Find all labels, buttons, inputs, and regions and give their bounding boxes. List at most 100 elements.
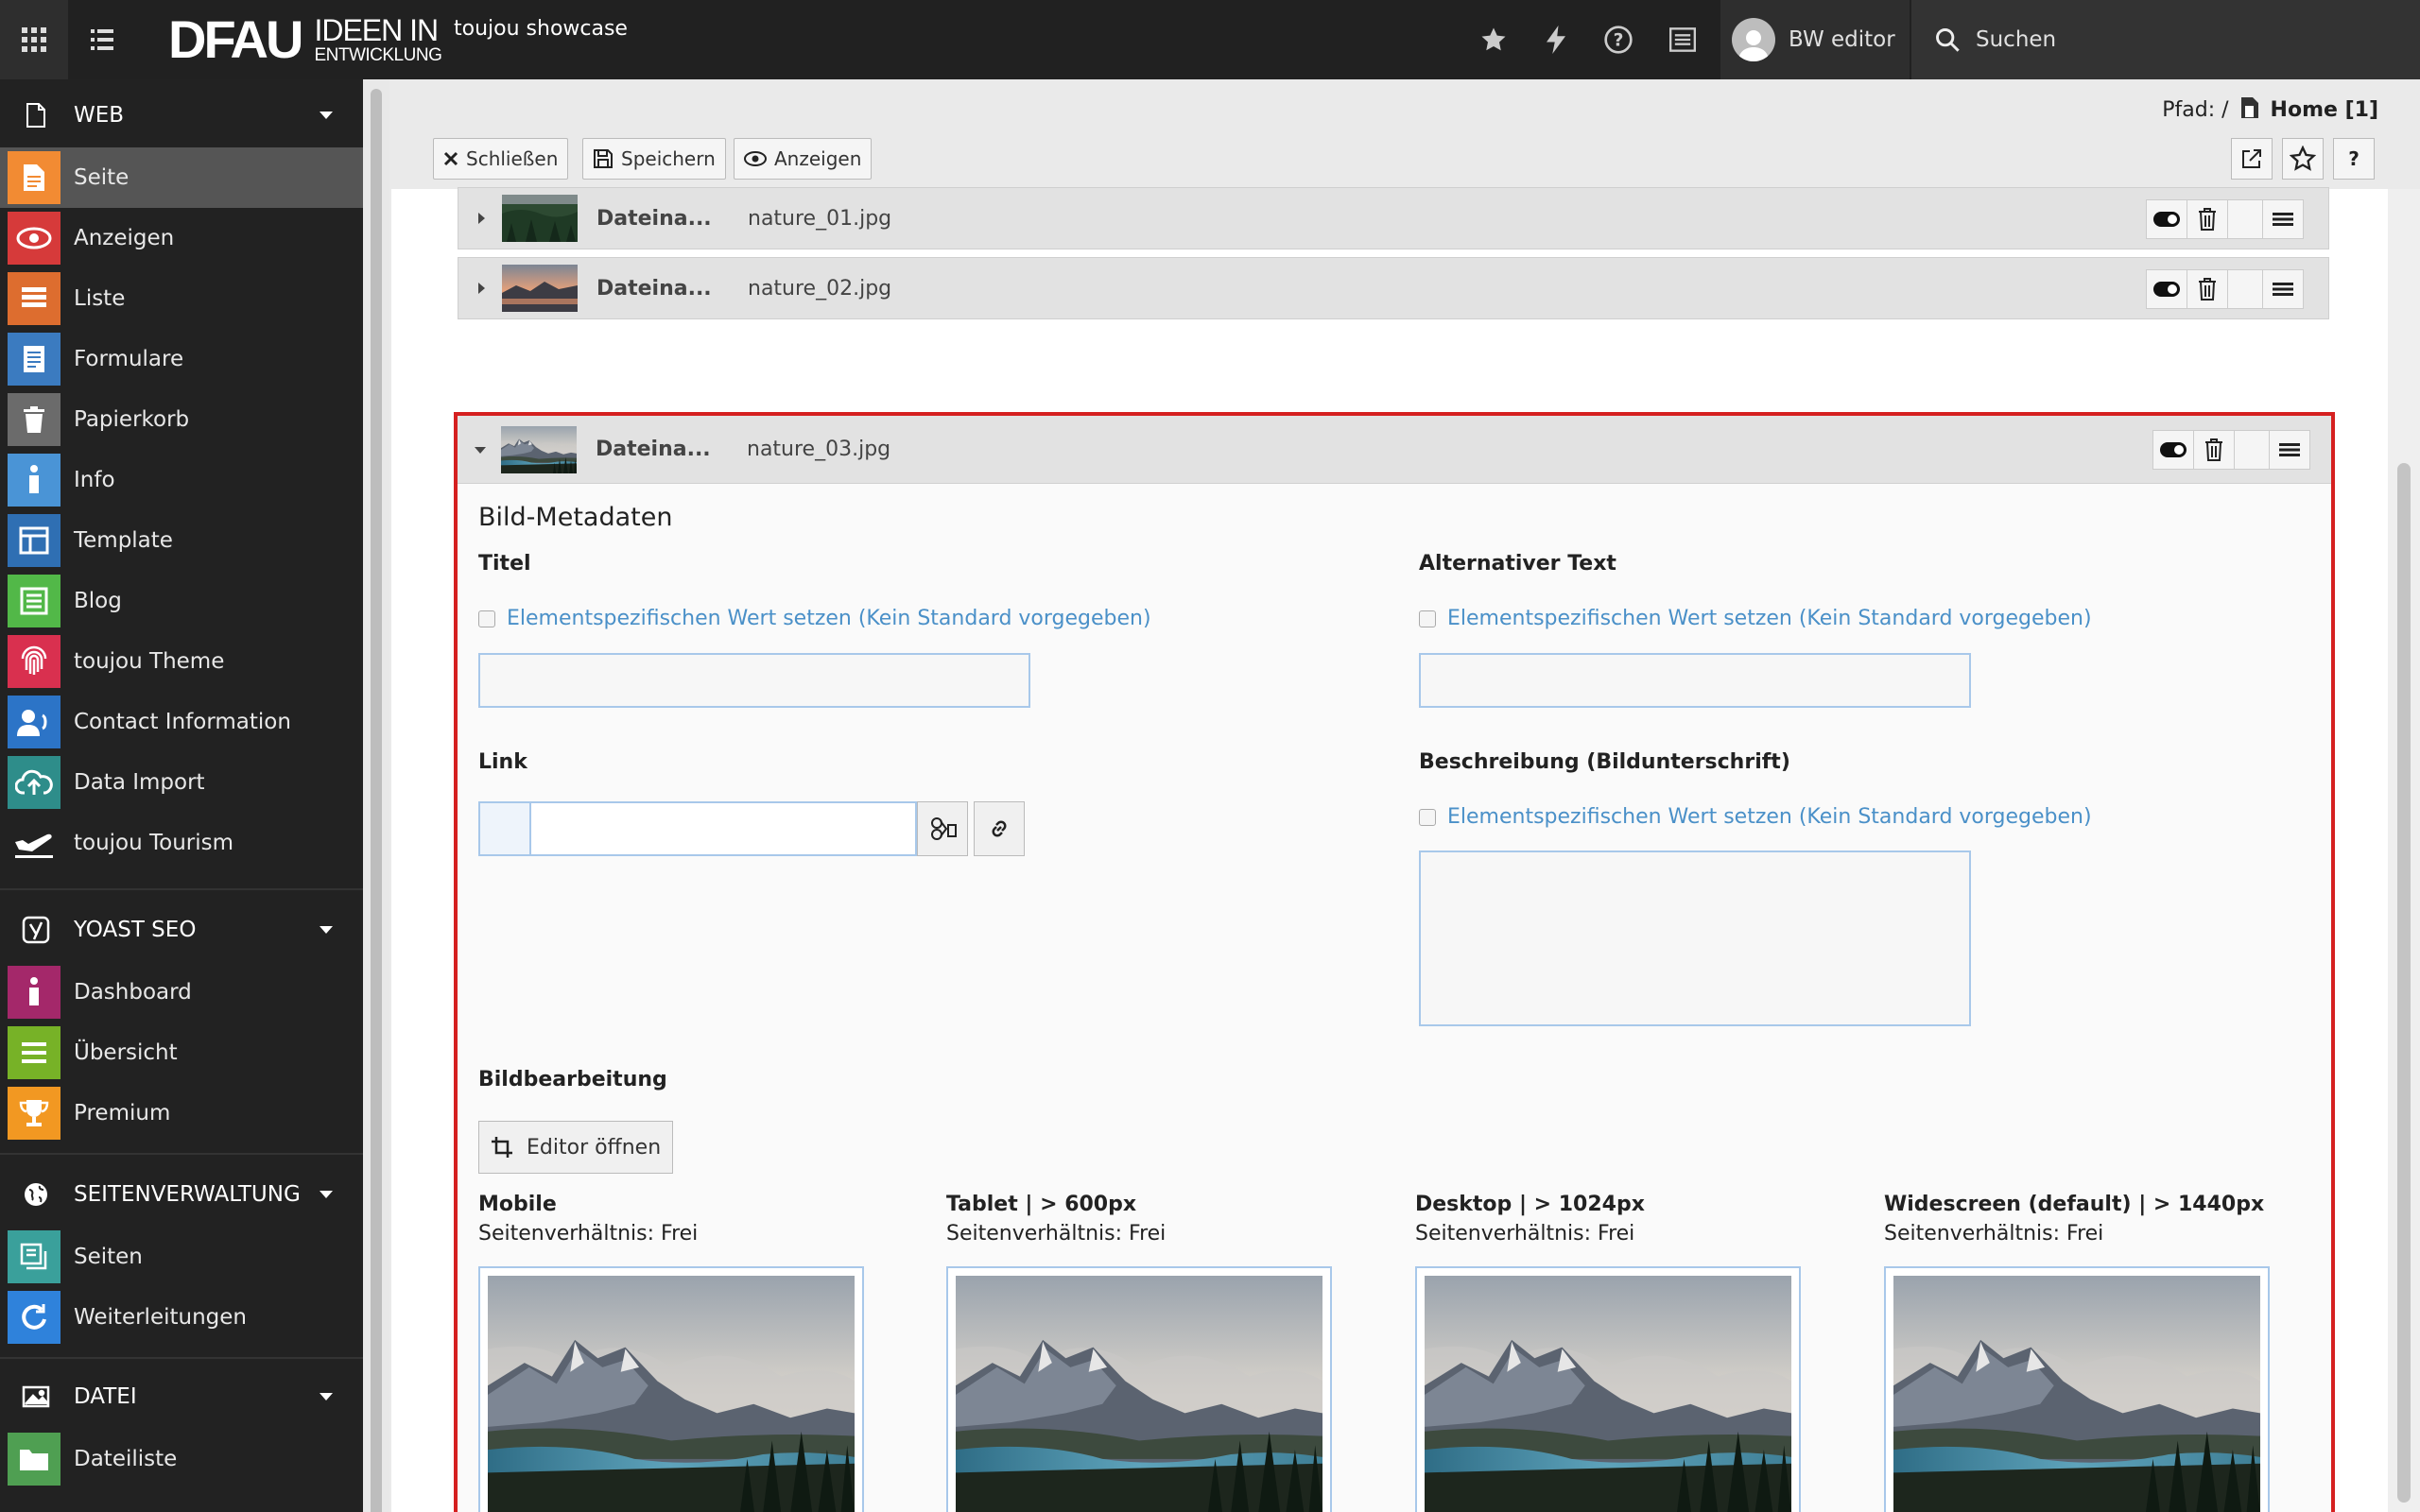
drag-handle[interactable] — [2262, 269, 2304, 309]
module-weiterleitungen[interactable]: Weiterleitungen — [0, 1287, 363, 1348]
module-blog[interactable]: Blog — [0, 571, 363, 631]
module-info[interactable]: Info — [0, 450, 363, 510]
crop-preview-tablet[interactable] — [946, 1266, 1332, 1512]
module-label: Papierkorb — [74, 407, 190, 432]
module-premium[interactable]: Premium — [0, 1083, 363, 1143]
breadcrumb: Pfad: / Home [1] — [2162, 96, 2378, 122]
delete-button[interactable] — [2187, 269, 2228, 309]
checkbox[interactable] — [1419, 808, 1436, 826]
module-dateiliste[interactable]: Dateiliste — [0, 1429, 363, 1489]
module-dashboard[interactable]: Dashboard — [0, 962, 363, 1022]
checkbox[interactable] — [1419, 610, 1436, 627]
eye-icon — [744, 151, 767, 166]
fingerprint-icon — [8, 635, 60, 688]
module-liste[interactable]: Liste — [0, 268, 363, 329]
file-reference-row[interactable]: Dateina... nature_02.jpg — [458, 257, 2329, 319]
path-home-link[interactable]: Home [1] — [2271, 98, 2378, 122]
help-icon[interactable]: ? — [1599, 21, 1637, 59]
module-seiten[interactable]: Seiten — [0, 1227, 363, 1287]
chevron-right-icon[interactable] — [468, 282, 494, 295]
title-override-checkbox[interactable]: Elementspezifischen Wert setzen (Kein St… — [478, 607, 1151, 630]
link-prefix — [478, 801, 529, 856]
open-in-new-window-button[interactable] — [2231, 138, 2273, 180]
content-area: Pfad: / Home [1] Schließen Speichern Anz… — [389, 79, 2420, 1512]
file-thumbnail — [501, 426, 577, 473]
form-area: Dateina... nature_01.jpg Dateina... natu… — [391, 187, 2388, 1512]
group-label: WEB — [74, 103, 125, 128]
checkbox[interactable] — [478, 610, 495, 627]
file-reference-row[interactable]: Dateina... nature_03.jpg — [458, 416, 2331, 484]
system-info-icon[interactable] — [1664, 21, 1702, 59]
delete-button[interactable] — [2193, 430, 2235, 470]
group-datei[interactable]: DATEI — [0, 1366, 363, 1427]
group-yoast-seo[interactable]: YOAST SEO — [0, 900, 363, 960]
document-icon — [17, 103, 55, 128]
override-text[interactable]: Elementspezifischen Wert setzen (Kein St… — [1447, 805, 2092, 829]
group-label: DATEI — [74, 1384, 137, 1409]
flash-icon[interactable] — [1537, 21, 1575, 59]
view-label: Anzeigen — [774, 147, 862, 170]
page-scrollbar[interactable] — [2388, 189, 2420, 1512]
sidebar-scrollbar[interactable] — [363, 79, 389, 1512]
bookmark-star-icon[interactable] — [1475, 21, 1512, 59]
module-seite[interactable]: Seite — [0, 147, 363, 208]
link-open-button[interactable] — [974, 801, 1025, 856]
group-seitenverwaltung[interactable]: SEITENVERWALTUNG — [0, 1164, 363, 1225]
logo[interactable]: DFAU IDEEN IN ENTWICKLUNG — [168, 13, 442, 66]
drag-handle[interactable] — [2269, 430, 2310, 470]
toggle-visibility-button[interactable] — [2146, 269, 2187, 309]
drag-handle[interactable] — [2262, 199, 2304, 239]
description-textarea[interactable] — [1419, 850, 1971, 1026]
bookmark-button[interactable] — [2282, 138, 2324, 180]
title-input[interactable] — [478, 653, 1030, 708]
module-label: Dashboard — [74, 980, 192, 1005]
module-formulare[interactable]: Formulare — [0, 329, 363, 389]
crop-preview-widescreen[interactable] — [1884, 1266, 2270, 1512]
override-text[interactable]: Elementspezifischen Wert setzen (Kein St… — [507, 607, 1151, 630]
info-icon — [8, 966, 60, 1019]
module-papierkorb[interactable]: Papierkorb — [0, 389, 363, 450]
view-button[interactable]: Anzeigen — [734, 138, 873, 180]
toggle-visibility-button[interactable] — [2146, 199, 2187, 239]
crop-preview-desktop[interactable] — [1415, 1266, 1801, 1512]
module-data-import[interactable]: Data Import — [0, 752, 363, 813]
crop-preview-mobile[interactable] — [478, 1266, 864, 1512]
search-toolbar[interactable]: Suchen — [1911, 0, 2420, 79]
save-button[interactable]: Speichern — [582, 138, 726, 180]
group-label: SEITENVERWALTUNG — [74, 1182, 301, 1207]
chevron-down-icon[interactable] — [467, 445, 493, 455]
user-menu[interactable]: BW editor — [1720, 0, 1910, 79]
link-wizard-button[interactable] — [917, 801, 968, 856]
close-icon — [443, 151, 458, 166]
page-tree-toggle-icon[interactable] — [68, 0, 136, 79]
module-toujou-tourism[interactable]: toujou Tourism — [0, 813, 363, 873]
alt-text-input[interactable] — [1419, 653, 1971, 708]
apps-grid-icon[interactable] — [0, 0, 68, 79]
module-toujou-theme[interactable]: toujou Theme — [0, 631, 363, 692]
close-button[interactable]: Schließen — [433, 138, 569, 180]
module-anzeigen[interactable]: Anzeigen — [0, 208, 363, 268]
svg-text:?: ? — [1614, 31, 1624, 51]
toggle-visibility-button[interactable] — [2152, 430, 2194, 470]
help-button[interactable]: ? — [2333, 138, 2375, 180]
override-text[interactable]: Elementspezifischen Wert setzen (Kein St… — [1447, 607, 2092, 630]
alt-text-override-checkbox[interactable]: Elementspezifischen Wert setzen (Kein St… — [1419, 607, 2092, 630]
module-uebersicht[interactable]: Übersicht — [0, 1022, 363, 1083]
module-label: Übersicht — [74, 1040, 178, 1065]
blog-icon — [8, 575, 60, 627]
template-icon — [8, 514, 60, 567]
group-web[interactable]: WEB — [0, 85, 363, 146]
open-editor-button[interactable]: Editor öffnen — [478, 1121, 674, 1174]
module-label: Contact Information — [74, 710, 291, 734]
module-template[interactable]: Template — [0, 510, 363, 571]
file-name: nature_02.jpg — [748, 276, 892, 301]
module-contact-information[interactable]: Contact Information — [0, 692, 363, 752]
link-input[interactable] — [529, 801, 917, 856]
file-reference-row[interactable]: Dateina... nature_01.jpg — [458, 187, 2329, 249]
description-override-checkbox[interactable]: Elementspezifischen Wert setzen (Kein St… — [1419, 805, 2092, 829]
chevron-right-icon[interactable] — [468, 212, 494, 225]
delete-button[interactable] — [2187, 199, 2228, 239]
module-label: toujou Tourism — [74, 831, 234, 855]
globe-icon — [17, 1182, 55, 1207]
file-field-label: Dateina... — [596, 206, 712, 231]
